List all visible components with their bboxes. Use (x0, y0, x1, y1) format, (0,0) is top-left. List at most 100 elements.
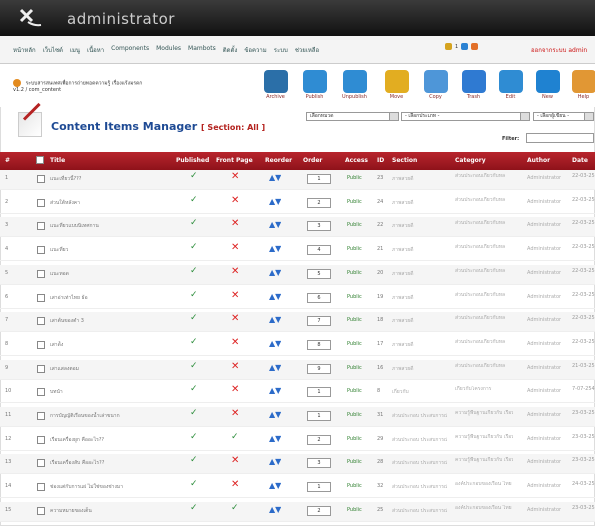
row-checkbox[interactable] (37, 506, 45, 515)
order-input[interactable]: 8 (307, 339, 331, 350)
header-section[interactable]: Section (392, 157, 417, 164)
item-title-link[interactable]: เสาด้ัง (50, 341, 166, 349)
frontpage-status-icon[interactable]: ✕ (231, 361, 239, 372)
logout-link[interactable]: ออกจากระบบ admin (531, 45, 587, 55)
reorder-arrows-icon[interactable]: ▲▼ (269, 505, 281, 514)
item-title-link[interactable]: แนะที่ยว (50, 246, 166, 254)
table-row[interactable]: 4 แนะที่ยว ✓ ✕ ▲▼ 4 Public 21 ภาพสวยดี ส… (0, 241, 595, 262)
item-title-link[interactable]: ความหมายของเต็น (50, 507, 166, 515)
published-status-icon[interactable]: ✓ (190, 242, 198, 252)
frontpage-status-icon[interactable]: ✕ (231, 290, 239, 301)
item-title-link[interactable]: เรือนเครื่องผูก คืออะไร?? (50, 436, 166, 444)
order-input[interactable]: 2 (307, 434, 331, 445)
header-published[interactable]: Published (176, 157, 209, 164)
type-select[interactable]: - เลือกประเภท - (401, 112, 530, 121)
header-title[interactable]: Title (50, 157, 65, 164)
reorder-arrows-icon[interactable]: ▲▼ (269, 197, 281, 206)
frontpage-status-icon[interactable]: ✕ (231, 218, 239, 229)
row-checkbox[interactable] (37, 340, 45, 349)
row-checkbox[interactable] (37, 317, 45, 326)
table-row[interactable]: 10 บทนำ ✓ ✕ ▲▼ 1 Public 8 เกี่ยวกับ เกี่… (0, 383, 595, 404)
access-level[interactable]: Public (347, 388, 362, 394)
reorder-arrows-icon[interactable]: ▲▼ (269, 220, 281, 229)
header-author[interactable]: Author (527, 157, 550, 164)
header-order[interactable]: Order (303, 157, 322, 164)
frontpage-status-icon[interactable]: ✕ (231, 313, 239, 324)
row-checkbox[interactable] (37, 269, 45, 278)
author-select[interactable]: - เลือกผู้เขียน - (533, 112, 594, 121)
menu-item-8[interactable]: ข้อความ (244, 45, 266, 55)
toolbar-help-button[interactable]: Help (565, 70, 595, 106)
frontpage-status-icon[interactable]: ✕ (231, 408, 239, 419)
table-row[interactable]: 3 แนะที่ยวแบบนิเทศกาน ✓ ✕ ▲▼ 3 Public 22… (0, 217, 595, 238)
access-level[interactable]: Public (347, 341, 362, 347)
published-status-icon[interactable]: ✓ (190, 218, 198, 228)
table-row[interactable]: 12 เรือนเครื่องผูก คืออะไร?? ✓ ✓ ▲▼ 2 Pu… (0, 431, 595, 451)
reorder-arrows-icon[interactable]: ▲▼ (269, 315, 281, 324)
menu-item-0[interactable]: หน้าหลัก (13, 45, 36, 55)
order-input[interactable]: 2 (307, 197, 331, 208)
row-checkbox[interactable] (37, 222, 45, 231)
access-level[interactable]: Public (347, 436, 362, 442)
menu-item-9[interactable]: ระบบ (274, 45, 288, 55)
menu-item-1[interactable]: เว็บไซต์ (43, 45, 63, 55)
toolbar-edit-button[interactable]: Edit (492, 70, 529, 106)
access-level[interactable]: Public (347, 459, 362, 465)
table-row[interactable]: 13 เรือนเครื่องสับ คืออะไร?? ✓ ✕ ▲▼ 3 Pu… (0, 454, 595, 475)
order-input[interactable]: 9 (307, 363, 331, 374)
access-level[interactable]: Public (347, 294, 362, 300)
published-status-icon[interactable]: ✓ (190, 408, 198, 418)
filter-input[interactable] (526, 133, 594, 143)
reorder-arrows-icon[interactable]: ▲▼ (269, 481, 281, 490)
table-row[interactable]: 6 เสาอ่าเท่าไทย ธ้อ ✓ ✕ ▲▼ 6 Public 19 ภ… (0, 289, 595, 309)
header-front-page[interactable]: Front Page (216, 157, 253, 164)
order-input[interactable]: 1 (307, 387, 331, 398)
frontpage-status-icon[interactable]: ✕ (231, 455, 239, 466)
frontpage-status-icon[interactable]: ✕ (231, 266, 239, 277)
table-row[interactable]: 11 การบัญญัติเรือนของน้ำเล่าขนาก ✓ ✕ ▲▼ … (0, 407, 595, 427)
row-checkbox[interactable] (37, 364, 45, 373)
item-title-link[interactable]: บทนำ (50, 388, 166, 396)
access-level[interactable]: Public (347, 222, 362, 228)
published-status-icon[interactable]: ✓ (190, 503, 198, 513)
reorder-arrows-icon[interactable]: ▲▼ (269, 339, 281, 348)
users-icon[interactable] (461, 43, 469, 50)
order-input[interactable]: 1 (307, 174, 331, 184)
item-title-link[interactable]: ส่วนใต้หลังคา (50, 199, 166, 207)
table-row[interactable]: 1 แนะเที่ยวนี้??? ✓ ✕ ▲▼ 1 Public 23 ภาพ… (0, 170, 595, 190)
row-checkbox[interactable] (37, 175, 45, 183)
published-status-icon[interactable]: ✓ (190, 313, 198, 323)
item-title-link[interactable]: แนะที่ยวแบบนิเทศกาน (50, 222, 166, 230)
frontpage-status-icon[interactable]: ✕ (231, 195, 239, 206)
table-row[interactable]: 5 แนะทอด ✓ ✕ ▲▼ 5 Public 20 ภาพสวยดี ส่ว… (0, 264, 595, 285)
toolbar-move-button[interactable]: Move (378, 70, 415, 106)
table-row[interactable]: 9 เสาแสลงตอม ✓ ✕ ▲▼ 9 Public 16 ภาพสวยดี… (0, 359, 595, 380)
published-status-icon[interactable]: ✓ (190, 384, 198, 394)
menu-item-6[interactable]: Mambots (188, 45, 216, 55)
table-row[interactable]: 7 เสาต้นของตำ 3 ✓ ✕ ▲▼ 7 Public 18 ภาพสว… (0, 312, 595, 333)
reorder-arrows-icon[interactable]: ▲▼ (269, 410, 281, 419)
access-level[interactable]: Public (347, 317, 362, 323)
item-title-link[interactable]: เรือนเครื่องสับ คืออะไร?? (50, 459, 166, 467)
order-input[interactable]: 2 (307, 505, 331, 516)
reorder-arrows-icon[interactable]: ▲▼ (269, 363, 281, 372)
menu-item-2[interactable]: เมนู (70, 45, 80, 55)
select-all-checkbox[interactable] (36, 156, 44, 164)
menu-item-10[interactable]: ช่วยเหลือ (295, 45, 319, 55)
row-checkbox[interactable] (37, 412, 45, 420)
header-id[interactable]: ID (377, 157, 384, 164)
menu-item-4[interactable]: Components (111, 45, 149, 55)
menu-item-7[interactable]: ติดตั้ง (223, 45, 238, 55)
access-level[interactable]: Public (347, 246, 362, 252)
frontpage-status-icon[interactable]: ✕ (231, 171, 239, 182)
table-row[interactable]: 2 ส่วนใต้หลังคา ✓ ✕ ▲▼ 2 Public 24 ภาพสว… (0, 194, 595, 214)
row-checkbox[interactable] (37, 483, 45, 492)
header-access[interactable]: Access (345, 157, 368, 164)
access-level[interactable]: Public (347, 507, 362, 513)
order-input[interactable]: 1 (307, 411, 331, 421)
frontpage-status-icon[interactable]: ✕ (231, 384, 239, 395)
published-status-icon[interactable]: ✓ (190, 171, 198, 181)
access-level[interactable]: Public (347, 365, 362, 371)
access-level[interactable]: Public (347, 483, 362, 489)
row-checkbox[interactable] (37, 435, 45, 444)
